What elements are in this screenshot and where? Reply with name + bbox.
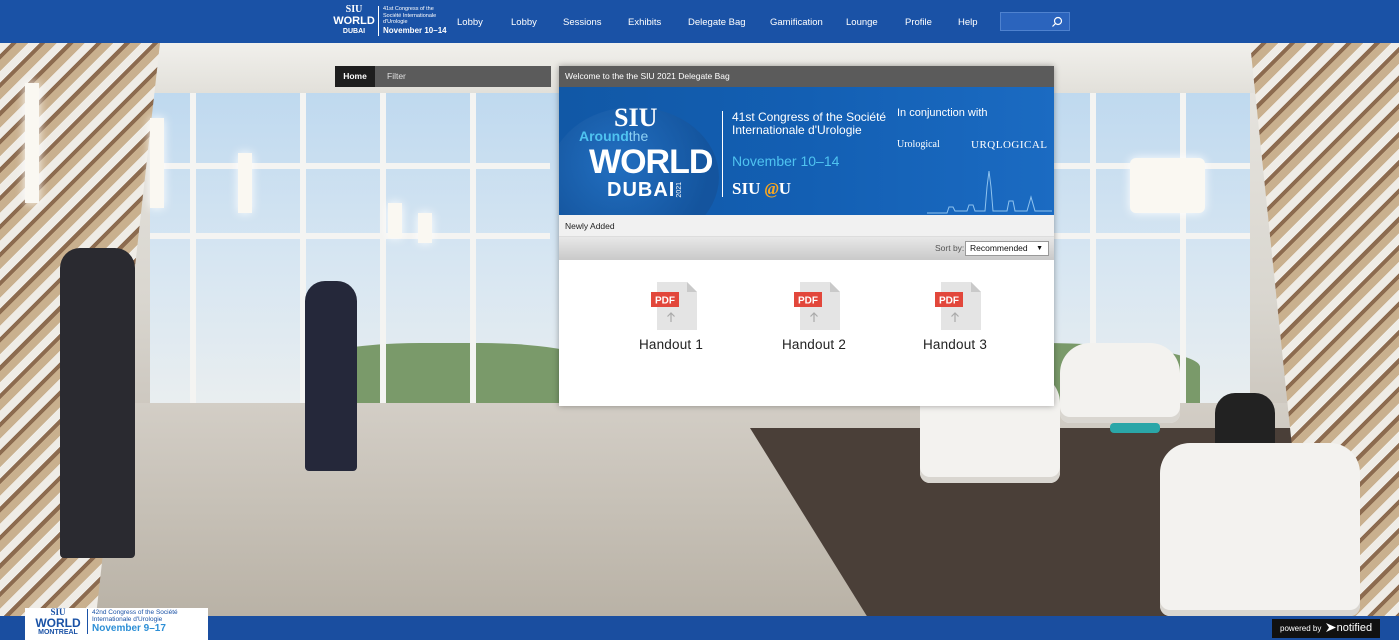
greeter-woman: [305, 281, 357, 471]
pdf-type-label: PDF: [798, 296, 818, 307]
skyline-graphic: [927, 170, 1052, 214]
standing-man: [60, 248, 135, 558]
top-navigation-bar: SIU WORLD DUBAI 41st Congress of the Soc…: [0, 0, 1399, 43]
congress-banner: SIU Aroundthe WORLD DUBAI 2021 41st Cong…: [559, 87, 1054, 215]
nav-item-lobby[interactable]: Lobby: [457, 0, 483, 43]
banner-around-text: Around: [579, 128, 629, 144]
nav-item-exhibits[interactable]: Exhibits: [628, 0, 661, 43]
nav-item-lobby-2[interactable]: Lobby: [511, 0, 537, 43]
nav-item-profile[interactable]: Profile: [905, 0, 932, 43]
banner-congress: 41st Congress of the Société Internation…: [732, 110, 887, 137]
sort-dropdown[interactable]: Recommended ▼: [965, 241, 1049, 256]
banner-siu-u-text: SIU: [732, 179, 761, 198]
tab-home[interactable]: Home: [335, 66, 375, 87]
file-item-handout-3[interactable]: PDF Handout 3: [895, 282, 1015, 372]
footer-logo-mark: SIU WORLD MONTREAL: [33, 608, 83, 637]
footer-logo-text: 42nd Congress of the Société Internation…: [87, 609, 202, 634]
window-mullion: [470, 93, 476, 403]
footer-logo-dates: November 9–17: [92, 623, 166, 634]
tab-filter[interactable]: Filter: [387, 66, 427, 87]
footer-logo-congress: 42nd Congress of the Société Internation…: [92, 609, 178, 623]
powered-by-label: powered by: [1280, 624, 1322, 633]
search-box: [1000, 12, 1070, 31]
banner-dates: November 10–14: [732, 153, 840, 169]
newly-added-heading: Newly Added: [559, 215, 1054, 237]
pendant-lamp: [25, 83, 39, 203]
panel-title: Welcome to the the SIU 2021 Delegate Bag: [559, 66, 1054, 87]
lounge-chair: [1060, 343, 1180, 423]
sort-value: Recommended: [970, 243, 1028, 253]
sort-label: Sort by:: [935, 243, 965, 253]
nav-item-lounge[interactable]: Lounge: [846, 0, 878, 43]
banner-u: U: [778, 179, 792, 198]
pdf-icon: PDF: [935, 282, 981, 330]
pdf-icon: PDF: [651, 282, 697, 330]
pendant-lamp: [238, 153, 252, 213]
search-input[interactable]: [1005, 15, 1053, 28]
banner-around: Aroundthe: [579, 128, 648, 144]
logo-congress: 41st Congress of the Société Internation…: [383, 6, 437, 25]
footer-logo-world: WORLD: [35, 616, 81, 630]
window-transom: [150, 163, 550, 169]
sort-bar: Sort by: Recommended ▼: [559, 237, 1054, 260]
banner-year: 2021: [676, 182, 683, 198]
siu-montreal-logo[interactable]: SIU WORLD MONTREAL 42nd Congress of the …: [25, 608, 208, 640]
teal-cushion: [1110, 423, 1160, 433]
logo-siu: SIU: [345, 4, 363, 15]
logo-mark: SIU WORLD DUBAI: [333, 5, 375, 39]
nav-item-gamification[interactable]: Gamification: [770, 0, 823, 43]
window-transom: [1050, 233, 1250, 239]
pendant-lamp: [388, 203, 402, 238]
delegate-bag-panel: Welcome to the the SIU 2021 Delegate Bag…: [559, 66, 1054, 406]
partner-logo-urological: Urological: [897, 139, 940, 150]
nav-item-delegate-bag[interactable]: Delegate Bag: [688, 0, 746, 43]
banner-siu-u: SIU @U: [732, 179, 791, 199]
powered-by-brand: notified: [1336, 622, 1373, 634]
window-mullion: [1180, 93, 1186, 403]
dropdown-arrow-icon: ▼: [1036, 245, 1043, 252]
banner-city: DUBAI: [607, 179, 676, 201]
footer-logo-city: MONTREAL: [38, 629, 78, 636]
file-label: Handout 2: [781, 337, 847, 352]
siu-dubai-logo[interactable]: SIU WORLD DUBAI 41st Congress of the Soc…: [333, 5, 453, 39]
banner-world: WORLD: [589, 143, 713, 181]
banner-at: @: [764, 179, 779, 198]
pendant-lamp: [1130, 158, 1205, 213]
window-mullion: [380, 93, 386, 403]
file-item-handout-1[interactable]: PDF Handout 1: [611, 282, 731, 372]
notified-logo-icon: [1325, 623, 1336, 632]
file-label: Handout 3: [922, 337, 988, 352]
pdf-type-label: PDF: [655, 296, 675, 307]
logo-text: 41st Congress of the Société Internation…: [378, 6, 453, 36]
banner-divider: [722, 111, 723, 197]
pendant-lamp: [150, 118, 164, 208]
panel-tabs: Home Filter: [335, 66, 551, 87]
pdf-type-label: PDF: [939, 296, 959, 307]
powered-by-badge[interactable]: powered by notified: [1272, 619, 1380, 638]
logo-world: WORLD: [333, 15, 375, 27]
search-icon[interactable]: [1051, 16, 1063, 28]
nav-item-sessions[interactable]: Sessions: [563, 0, 602, 43]
logo-dates: November 10–14: [383, 25, 447, 35]
pendant-lamp: [418, 213, 432, 243]
banner-the-text: the: [628, 128, 649, 144]
file-label: Handout 1: [638, 337, 704, 352]
banner-conjunction: In conjunction with: [897, 107, 988, 119]
pdf-icon: PDF: [794, 282, 840, 330]
file-item-handout-2[interactable]: PDF Handout 2: [754, 282, 874, 372]
lounge-chair: [1160, 443, 1360, 616]
nav-item-help[interactable]: Help: [958, 0, 978, 43]
partner-logo-urological-conference: URQLOGICAL: [971, 139, 1048, 151]
file-grid: PDF Handout 1 PDF Handout 2 PDF Handout …: [559, 260, 1054, 406]
window-mullion: [190, 93, 196, 403]
logo-city: DUBAI: [342, 28, 366, 35]
window-transom: [150, 233, 550, 239]
footer-bar: [0, 616, 1399, 640]
